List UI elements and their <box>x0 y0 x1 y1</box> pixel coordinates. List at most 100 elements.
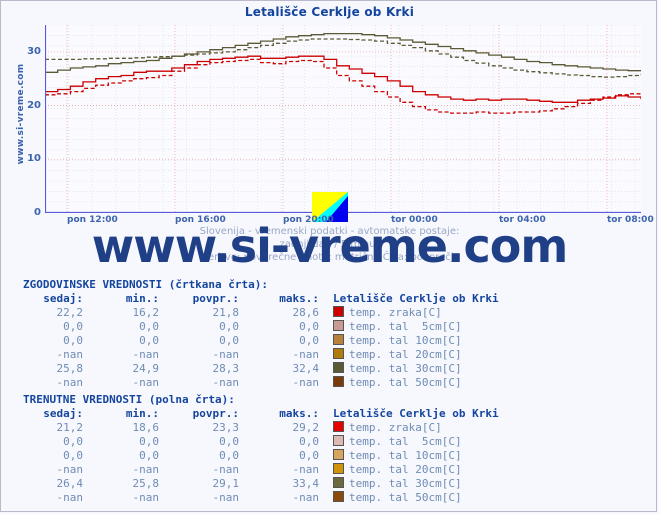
subtitle-line-2: zadnji dan / 5 minut <box>279 239 380 250</box>
series-line <box>45 58 641 114</box>
col-sedaj: sedaj: <box>43 407 83 420</box>
table-row: 25,8 24,9 28,3 32,4 temp. tal 30cm[C] <box>23 362 505 376</box>
chart-svg <box>45 25 641 213</box>
col-station: Letališče Cerklje ob Krki <box>333 407 499 420</box>
legend-label: temp. tal 5cm[C] <box>349 320 462 333</box>
x-tick-label: pon 16:00 <box>175 215 226 225</box>
x-tick-label: tor 00:00 <box>391 215 438 225</box>
legend-entry: temp. tal 50cm[C] <box>325 376 505 390</box>
cell-povpr: 23,3 <box>212 421 240 434</box>
legend-color-swatch-icon <box>333 477 344 488</box>
col-maks: maks.: <box>279 407 319 420</box>
cell-sedaj: -nan <box>56 491 84 504</box>
cell-maks: 29,2 <box>292 421 320 434</box>
legend-label: temp. tal 30cm[C] <box>349 477 462 490</box>
cell-povpr: -nan <box>212 376 240 389</box>
subtitle-block: Slovenija - vremenski podatki - avtomats… <box>1 225 658 264</box>
legend-entry: temp. tal 30cm[C] <box>325 477 505 491</box>
cell-sedaj: 0,0 <box>63 449 83 462</box>
page-title: Letališče Cerklje ob Krki <box>244 5 415 19</box>
cell-min: 16,2 <box>132 306 160 319</box>
col-min: min.: <box>125 292 159 305</box>
legend-entry: temp. tal 50cm[C] <box>325 491 505 505</box>
cell-povpr: 28,3 <box>212 362 240 375</box>
legend-entry: temp. zraka[C] <box>325 421 505 435</box>
cell-maks: 0,0 <box>299 449 319 462</box>
cell-sedaj: 0,0 <box>63 435 83 448</box>
cell-sedaj: 0,0 <box>63 334 83 347</box>
legend-entry: temp. tal 5cm[C] <box>325 435 505 449</box>
table-header-row: sedaj: min.: povpr.: maks.: Letališče Ce… <box>23 407 505 421</box>
legend-color-swatch-icon <box>333 449 344 460</box>
legend-label: temp. tal 10cm[C] <box>349 449 462 462</box>
cell-povpr: 0,0 <box>219 435 239 448</box>
cell-min: 24,9 <box>132 362 160 375</box>
cell-min: -nan <box>132 463 160 476</box>
y-tick-label: 30 <box>27 45 41 57</box>
cell-sedaj: -nan <box>56 348 84 361</box>
cell-maks: 33,4 <box>292 477 320 490</box>
x-tick-label: tor 04:00 <box>499 215 546 225</box>
cell-maks: -nan <box>292 376 320 389</box>
table-row: 0,0 0,0 0,0 0,0 temp. tal 10cm[C] <box>23 449 505 463</box>
col-min: min.: <box>125 407 159 420</box>
table-row: 21,2 18,6 23,3 29,2 temp. zraka[C] <box>23 421 505 435</box>
x-tick-label: pon 20:00 <box>283 215 334 225</box>
legend-label: temp. tal 20cm[C] <box>349 463 462 476</box>
legend-color-swatch-icon <box>333 491 344 502</box>
y-axis-labels: 0 10 20 30 <box>1 25 41 220</box>
legend-entry: temp. tal 20cm[C] <box>325 348 505 362</box>
cell-maks: -nan <box>292 463 320 476</box>
legend-label: temp. tal 10cm[C] <box>349 334 462 347</box>
cell-povpr: 0,0 <box>219 449 239 462</box>
legend-label: temp. tal 50cm[C] <box>349 376 462 389</box>
table-body: 22,2 16,2 21,8 28,6 temp. zraka[C] 0,0 0,0 0,0 0… <box>23 306 505 390</box>
values-table: sedaj: min.: povpr.: maks.: Letališče Ce… <box>23 292 505 390</box>
y-tick-label: 10 <box>27 153 41 165</box>
cell-min: -nan <box>132 376 160 389</box>
cell-povpr: 0,0 <box>219 334 239 347</box>
legend-color-swatch-icon <box>333 348 344 359</box>
table-row: -nan -nan -nan -nan temp. tal 20cm[C] <box>23 463 505 477</box>
cell-min: -nan <box>132 491 160 504</box>
historical-values-table: ZGODOVINSKE VREDNOSTI (črtkana črta): se… <box>23 278 643 390</box>
legend-label: temp. zraka[C] <box>349 306 442 319</box>
col-povpr: povpr.: <box>192 407 239 420</box>
cell-povpr: -nan <box>212 348 240 361</box>
cell-sedaj: 26,4 <box>56 477 84 490</box>
cell-sedaj: 0,0 <box>63 320 83 333</box>
cell-min: 0,0 <box>139 334 159 347</box>
cell-sedaj: 25,8 <box>56 362 84 375</box>
table-row: 26,4 25,8 29,1 33,4 temp. tal 30cm[C] <box>23 477 505 491</box>
col-sedaj: sedaj: <box>43 292 83 305</box>
legend-entry: temp. tal 5cm[C] <box>325 320 505 334</box>
col-station: Letališče Cerklje ob Krki <box>333 292 499 305</box>
series-line <box>45 38 641 78</box>
cell-povpr: 0,0 <box>219 320 239 333</box>
current-values-table: TRENUTNE VREDNOSTI (polna črta): sedaj: … <box>23 393 643 505</box>
col-povpr: povpr.: <box>192 292 239 305</box>
cell-sedaj: -nan <box>56 463 84 476</box>
legend-color-swatch-icon <box>333 320 344 331</box>
legend-entry: temp. tal 20cm[C] <box>325 463 505 477</box>
cell-min: 18,6 <box>132 421 160 434</box>
chart-page: Letališče Cerklje ob Krki www.si-vreme.c… <box>0 0 657 512</box>
cell-sedaj: 21,2 <box>56 421 84 434</box>
cell-povpr: -nan <box>212 463 240 476</box>
cell-maks: -nan <box>292 491 320 504</box>
legend-color-swatch-icon <box>333 306 344 317</box>
table-heading: ZGODOVINSKE VREDNOSTI (črtkana črta): <box>23 278 269 291</box>
cell-min: 25,8 <box>132 477 160 490</box>
subtitle-line-1: Slovenija - vremenski podatki - avtomats… <box>199 226 460 237</box>
cell-povpr: 21,8 <box>212 306 240 319</box>
table-row: 0,0 0,0 0,0 0,0 temp. tal 5cm[C] <box>23 435 505 449</box>
cell-maks: 0,0 <box>299 334 319 347</box>
table-row: 0,0 0,0 0,0 0,0 temp. tal 10cm[C] <box>23 334 505 348</box>
cell-min: -nan <box>132 348 160 361</box>
legend-label: temp. tal 30cm[C] <box>349 362 462 375</box>
cell-maks: -nan <box>292 348 320 361</box>
legend-label: temp. tal 5cm[C] <box>349 435 462 448</box>
legend-entry: temp. tal 10cm[C] <box>325 449 505 463</box>
plot-area <box>45 25 641 213</box>
subtitle-line-3: Meritve: povprečne Enote: metrične Črta:… <box>199 252 460 263</box>
